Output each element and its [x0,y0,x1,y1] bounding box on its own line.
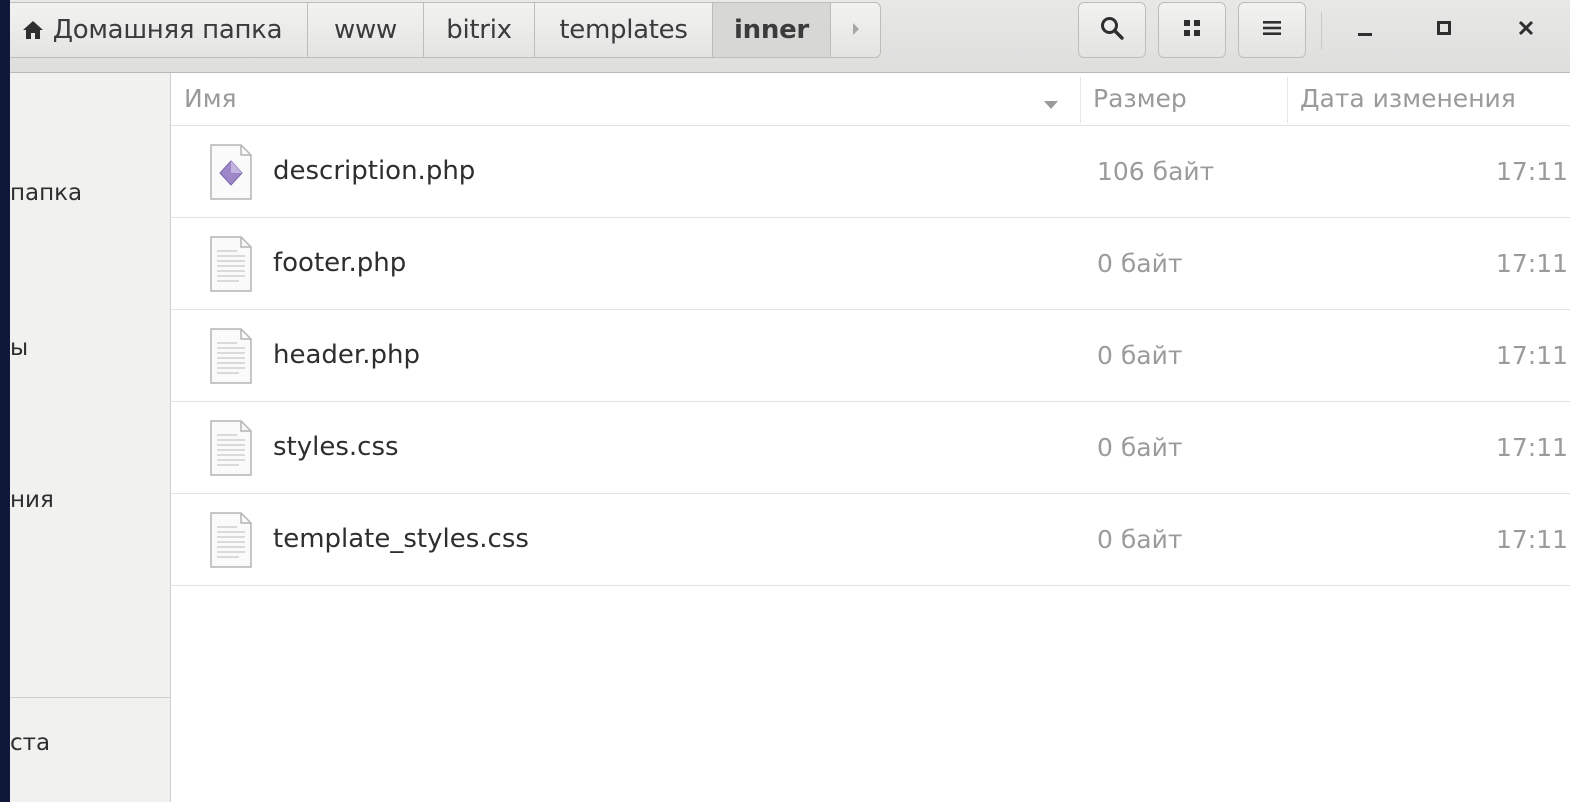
column-separator [1287,77,1288,123]
file-name: footer.php [273,248,407,278]
crumb-forward-button[interactable] [831,2,881,58]
file-modified: 17:11 [1495,157,1568,186]
file-size: 0 байт [1097,341,1183,370]
minimize-button[interactable] [1335,2,1395,58]
file-size: 0 байт [1097,433,1183,462]
crumb-label: www [334,15,397,45]
column-header-row: Имя Размер Дата изменения [171,73,1570,126]
path-bar: Домашняя папка www bitrix templates inne… [10,2,881,58]
sidebar-item-label: ния [10,487,54,513]
crumb-label: bitrix [446,15,512,45]
sidebar-item-label: папка [10,180,83,206]
close-icon [1517,19,1535,41]
home-icon [21,19,45,41]
text-file-icon [209,419,253,481]
file-row[interactable]: header.php 0 байт 17:11 [171,310,1570,402]
text-file-icon [209,235,253,297]
close-button[interactable] [1496,2,1556,58]
maximize-button[interactable] [1414,2,1474,58]
file-row[interactable]: footer.php 0 байт 17:11 [171,218,1570,310]
column-header-modified[interactable]: Дата изменения [1300,73,1516,125]
column-header-size[interactable]: Размер [1093,73,1187,125]
view-toggle-button[interactable] [1158,2,1226,58]
grid-view-icon [1181,17,1203,43]
header-bar: Домашняя папка www bitrix templates inne… [10,0,1570,73]
sidebar-item-documents[interactable]: ы [10,335,28,361]
menu-button[interactable] [1238,2,1306,58]
column-header-name[interactable]: Имя [184,73,237,125]
sidebar-item-home[interactable]: папка [10,180,82,206]
sidebar-item-label: ста [10,730,51,756]
search-button[interactable] [1078,2,1146,58]
file-size: 0 байт [1097,525,1183,554]
crumb-label: inner [734,15,809,45]
file-row[interactable]: template_styles.css 0 байт 17:11 [171,494,1570,586]
file-modified: 17:11 [1495,341,1568,370]
file-size: 106 байт [1097,157,1215,186]
search-icon [1099,15,1125,45]
minimize-icon [1356,18,1374,42]
crumb-bitrix[interactable]: bitrix [424,2,535,58]
file-modified: 17:11 [1495,525,1568,554]
maximize-icon [1435,19,1453,41]
sidebar-item-label: ы [10,335,29,361]
file-size: 0 байт [1097,249,1183,278]
sidebar-item-downloads[interactable]: ния [10,487,54,513]
file-row[interactable]: description.php 106 байт 17:11 [171,126,1570,218]
file-name: template_styles.css [273,524,529,554]
file-manager-window: Домашняя папка www bitrix templates inne… [10,0,1570,802]
file-list: Имя Размер Дата изменения description.ph… [171,73,1570,802]
chevron-right-icon [851,20,861,41]
column-separator [1080,77,1081,123]
file-modified: 17:11 [1495,249,1568,278]
crumb-label: templates [559,15,688,45]
file-name: styles.css [273,432,399,462]
php-file-icon [209,143,253,205]
hamburger-menu-icon [1261,18,1283,42]
file-name: description.php [273,156,476,186]
crumb-inner[interactable]: inner [713,2,831,58]
crumb-home-label: Домашняя папка [52,15,283,45]
sort-descending-icon[interactable] [1043,95,1059,114]
text-file-icon [209,511,253,573]
file-name: header.php [273,340,420,370]
sidebar: папка ы ния ста [10,73,171,802]
crumb-home[interactable]: Домашняя папка [10,2,308,58]
sidebar-item-other-locations[interactable]: ста [10,730,50,756]
header-separator [1321,12,1322,50]
crumb-templates[interactable]: templates [535,2,713,58]
text-file-icon [209,327,253,389]
file-row[interactable]: styles.css 0 байт 17:11 [171,402,1570,494]
crumb-www[interactable]: www [308,2,424,58]
file-modified: 17:11 [1495,433,1568,462]
sidebar-divider [10,697,170,698]
